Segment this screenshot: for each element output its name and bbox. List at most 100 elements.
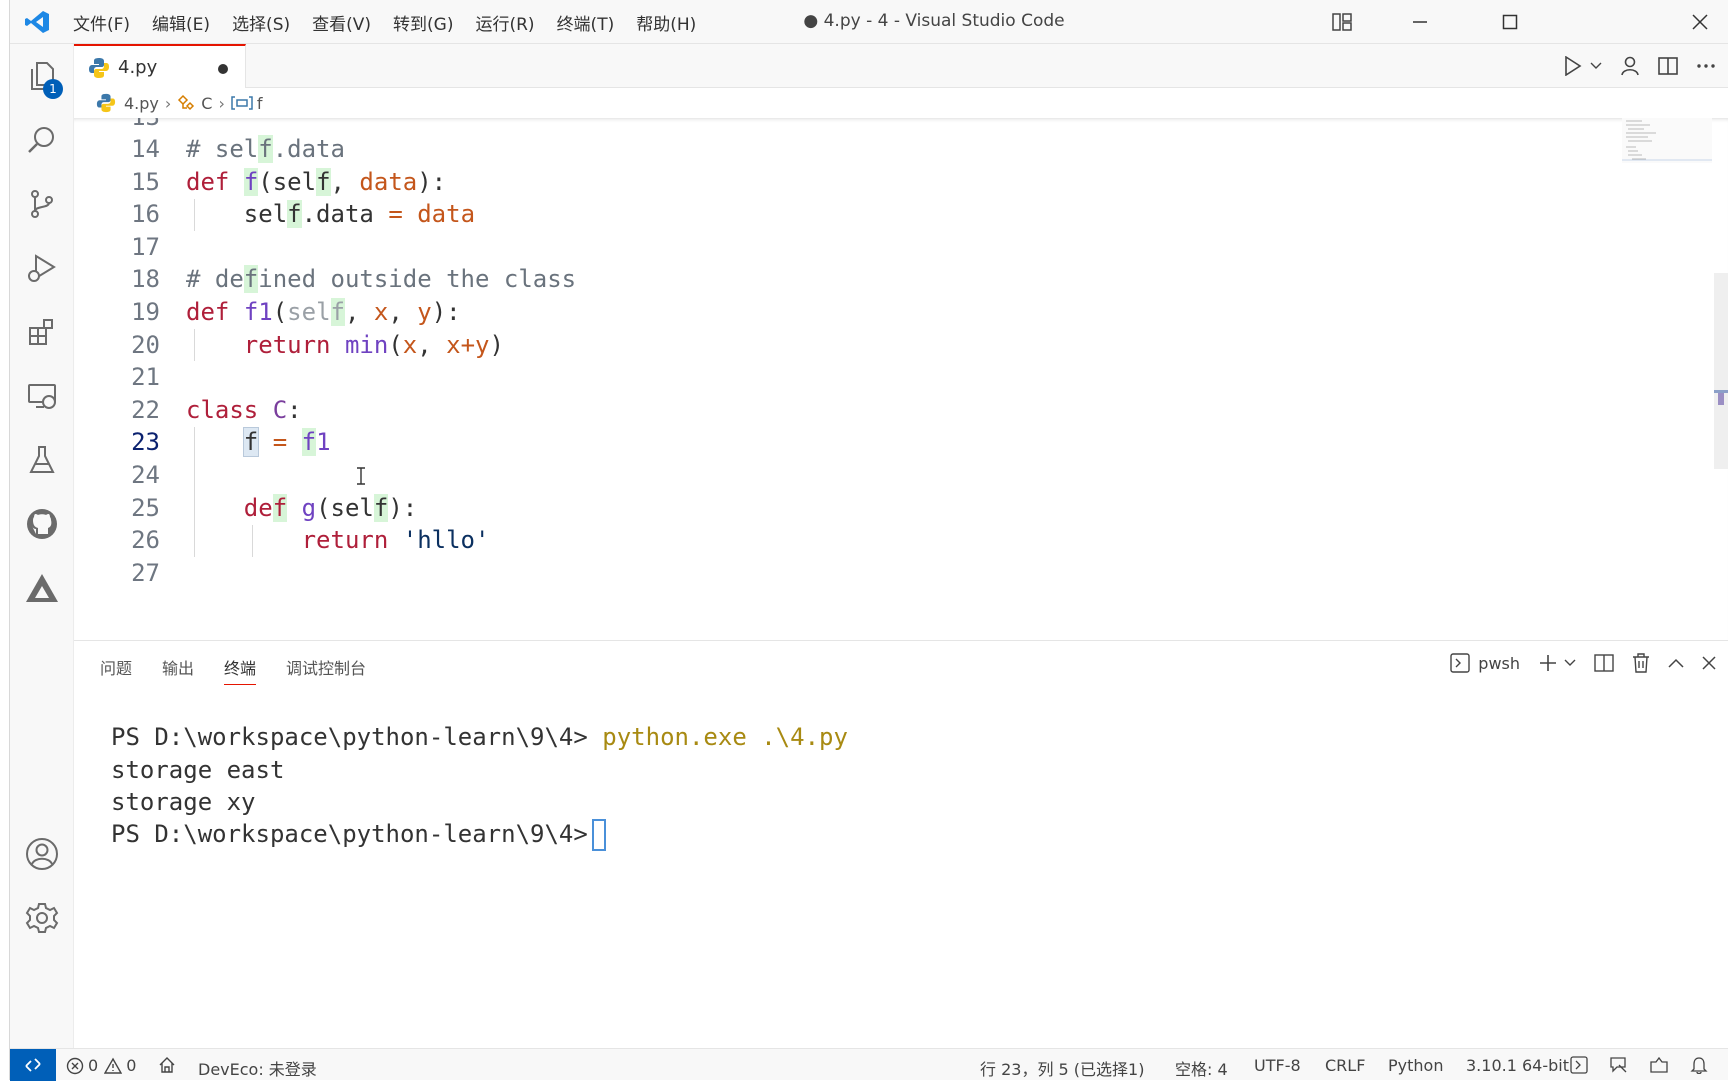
tab-4py[interactable]: 4.py xyxy=(74,44,246,88)
code-text: return min(x, x+y) xyxy=(243,331,504,359)
chevron-up-icon xyxy=(1668,658,1684,668)
language-mode[interactable]: Python xyxy=(1388,1056,1443,1075)
text-cursor-icon xyxy=(357,467,365,485)
problems-status[interactable]: 0 0 xyxy=(66,1056,136,1075)
ellipsis-icon xyxy=(1697,64,1715,68)
warning-icon xyxy=(104,1057,123,1074)
run-debug-button[interactable] xyxy=(10,236,74,300)
tab-output[interactable]: 输出 xyxy=(162,655,194,685)
terminal-command: python.exe .\4.py xyxy=(602,723,848,751)
vscode-window: 文件(F) 编辑(E) 选择(S) 查看(V) 转到(G) 运行(R) 终端(T… xyxy=(9,0,1728,1081)
flask-icon xyxy=(29,446,55,473)
panel-tabs: 问题 输出 终端 调试控制台 xyxy=(100,655,396,685)
search-button[interactable] xyxy=(10,108,74,172)
more-actions-button[interactable] xyxy=(1696,63,1716,69)
code-text: class C: xyxy=(186,396,302,424)
code-line: 16 self.data = data xyxy=(74,198,1728,231)
bottom-panel: 问题 输出 终端 调试控制台 pwsh PS D:\workspace\pyth… xyxy=(74,640,1728,1048)
cursor-position[interactable]: 行 23，列 5 (已选择1) xyxy=(980,1056,1144,1080)
line-number: 14 xyxy=(131,135,160,163)
manage-button[interactable] xyxy=(10,886,74,950)
maximize-panel-button[interactable] xyxy=(1668,658,1684,668)
accounts-button[interactable] xyxy=(10,822,74,886)
minimap[interactable] xyxy=(1622,118,1712,163)
run-python-button[interactable] xyxy=(1564,56,1602,76)
encoding[interactable]: UTF-8 xyxy=(1254,1056,1301,1075)
kill-terminal-button[interactable] xyxy=(1632,653,1650,673)
breadcrumb-variable[interactable]: f xyxy=(257,94,263,113)
window-title: ● 4.py - 4 - Visual Studio Code xyxy=(803,11,1065,31)
remote-indicator-button[interactable] xyxy=(10,1049,56,1081)
feedback-button[interactable] xyxy=(1610,1056,1628,1074)
trash-icon xyxy=(1633,653,1649,673)
code-text: # defined outside the class xyxy=(186,265,577,293)
python-file-icon xyxy=(96,93,116,113)
code-line: 17 xyxy=(74,231,1728,264)
split-terminal-button[interactable] xyxy=(1594,654,1614,672)
scrollbar-selection-marker xyxy=(1718,393,1724,405)
extensions-button[interactable] xyxy=(10,300,74,364)
line-number: 21 xyxy=(131,363,160,391)
code-text: def f1(self, x, y): xyxy=(186,298,461,326)
tab-problems[interactable]: 问题 xyxy=(100,655,132,685)
code-text: f = f1 xyxy=(243,428,331,456)
line-number: 23 xyxy=(131,428,160,456)
python-interpreter[interactable]: 3.10.1 64-bit xyxy=(1466,1056,1569,1075)
terminal-icon xyxy=(1570,1056,1588,1074)
breadcrumb-file[interactable]: 4.py xyxy=(124,94,159,113)
line-number: 16 xyxy=(131,200,160,228)
code-line: 25 def g(self): xyxy=(74,492,1728,525)
terminal-status-button[interactable] xyxy=(1570,1056,1588,1074)
customize-layout-button[interactable] xyxy=(1310,0,1374,44)
source-control-icon xyxy=(31,190,53,218)
deveco-icon xyxy=(26,574,58,602)
editor-scrollbar[interactable] xyxy=(1714,273,1728,469)
remote-explorer-button[interactable] xyxy=(10,364,74,428)
testing-button[interactable] xyxy=(10,428,74,492)
terminal-line[interactable]: PS D:\workspace\python-learn\9\4> xyxy=(111,819,606,851)
code-line: 22 class C: xyxy=(74,394,1728,427)
minimize-button[interactable] xyxy=(1388,0,1452,44)
indentation[interactable]: 空格: 4 xyxy=(1175,1056,1228,1080)
line-number: 15 xyxy=(131,168,160,196)
maximize-button[interactable] xyxy=(1478,0,1542,44)
live-share-button[interactable] xyxy=(1650,1056,1668,1074)
split-editor-button[interactable] xyxy=(1658,57,1678,75)
minimize-icon xyxy=(1413,21,1427,23)
terminal-output: storage east xyxy=(111,756,285,784)
accounts-action-button[interactable] xyxy=(1620,56,1640,76)
deveco-status[interactable]: DevEco: 未登录 xyxy=(198,1056,317,1080)
line-ending[interactable]: CRLF xyxy=(1325,1056,1365,1075)
code-line: 24 xyxy=(74,459,1728,492)
new-terminal-button[interactable] xyxy=(1538,653,1576,673)
shell-name: pwsh xyxy=(1478,653,1520,673)
close-window-button[interactable] xyxy=(1668,0,1728,44)
unsaved-dot-icon[interactable] xyxy=(218,64,228,74)
line-number: 13 xyxy=(100,118,160,134)
tab-terminal[interactable]: 终端 xyxy=(224,655,257,685)
gear-icon xyxy=(25,903,59,933)
line-number: 20 xyxy=(131,331,160,359)
explorer-button[interactable]: 1 xyxy=(10,44,74,108)
line-number: 24 xyxy=(131,461,160,489)
remote-icon xyxy=(25,1058,41,1072)
warning-count: 0 xyxy=(126,1056,137,1075)
code-editor[interactable]: 13 14 # self.data 15 def f(self, data): 16… xyxy=(74,118,1728,640)
breadcrumb-class[interactable]: C xyxy=(201,94,212,113)
terminal-line: PS D:\workspace\python-learn\9\4> python… xyxy=(111,723,848,751)
terminal-shell-selector[interactable]: pwsh xyxy=(1450,653,1520,673)
tab-debug-console[interactable]: 调试控制台 xyxy=(286,655,366,685)
split-editor-icon xyxy=(1658,57,1678,75)
extensions-icon xyxy=(29,319,53,345)
line-number: 22 xyxy=(131,396,160,424)
home-button[interactable] xyxy=(158,1056,176,1074)
deveco-button[interactable] xyxy=(10,556,74,620)
code-line: 15 def f(self, data): xyxy=(74,166,1728,199)
code-line: 14 # self.data xyxy=(74,133,1728,166)
github-button[interactable] xyxy=(10,492,74,556)
source-control-button[interactable] xyxy=(10,172,74,236)
terminal-cursor xyxy=(591,819,606,851)
error-icon xyxy=(66,1057,84,1074)
close-panel-button[interactable] xyxy=(1702,656,1716,670)
notifications-button[interactable] xyxy=(1690,1056,1708,1074)
